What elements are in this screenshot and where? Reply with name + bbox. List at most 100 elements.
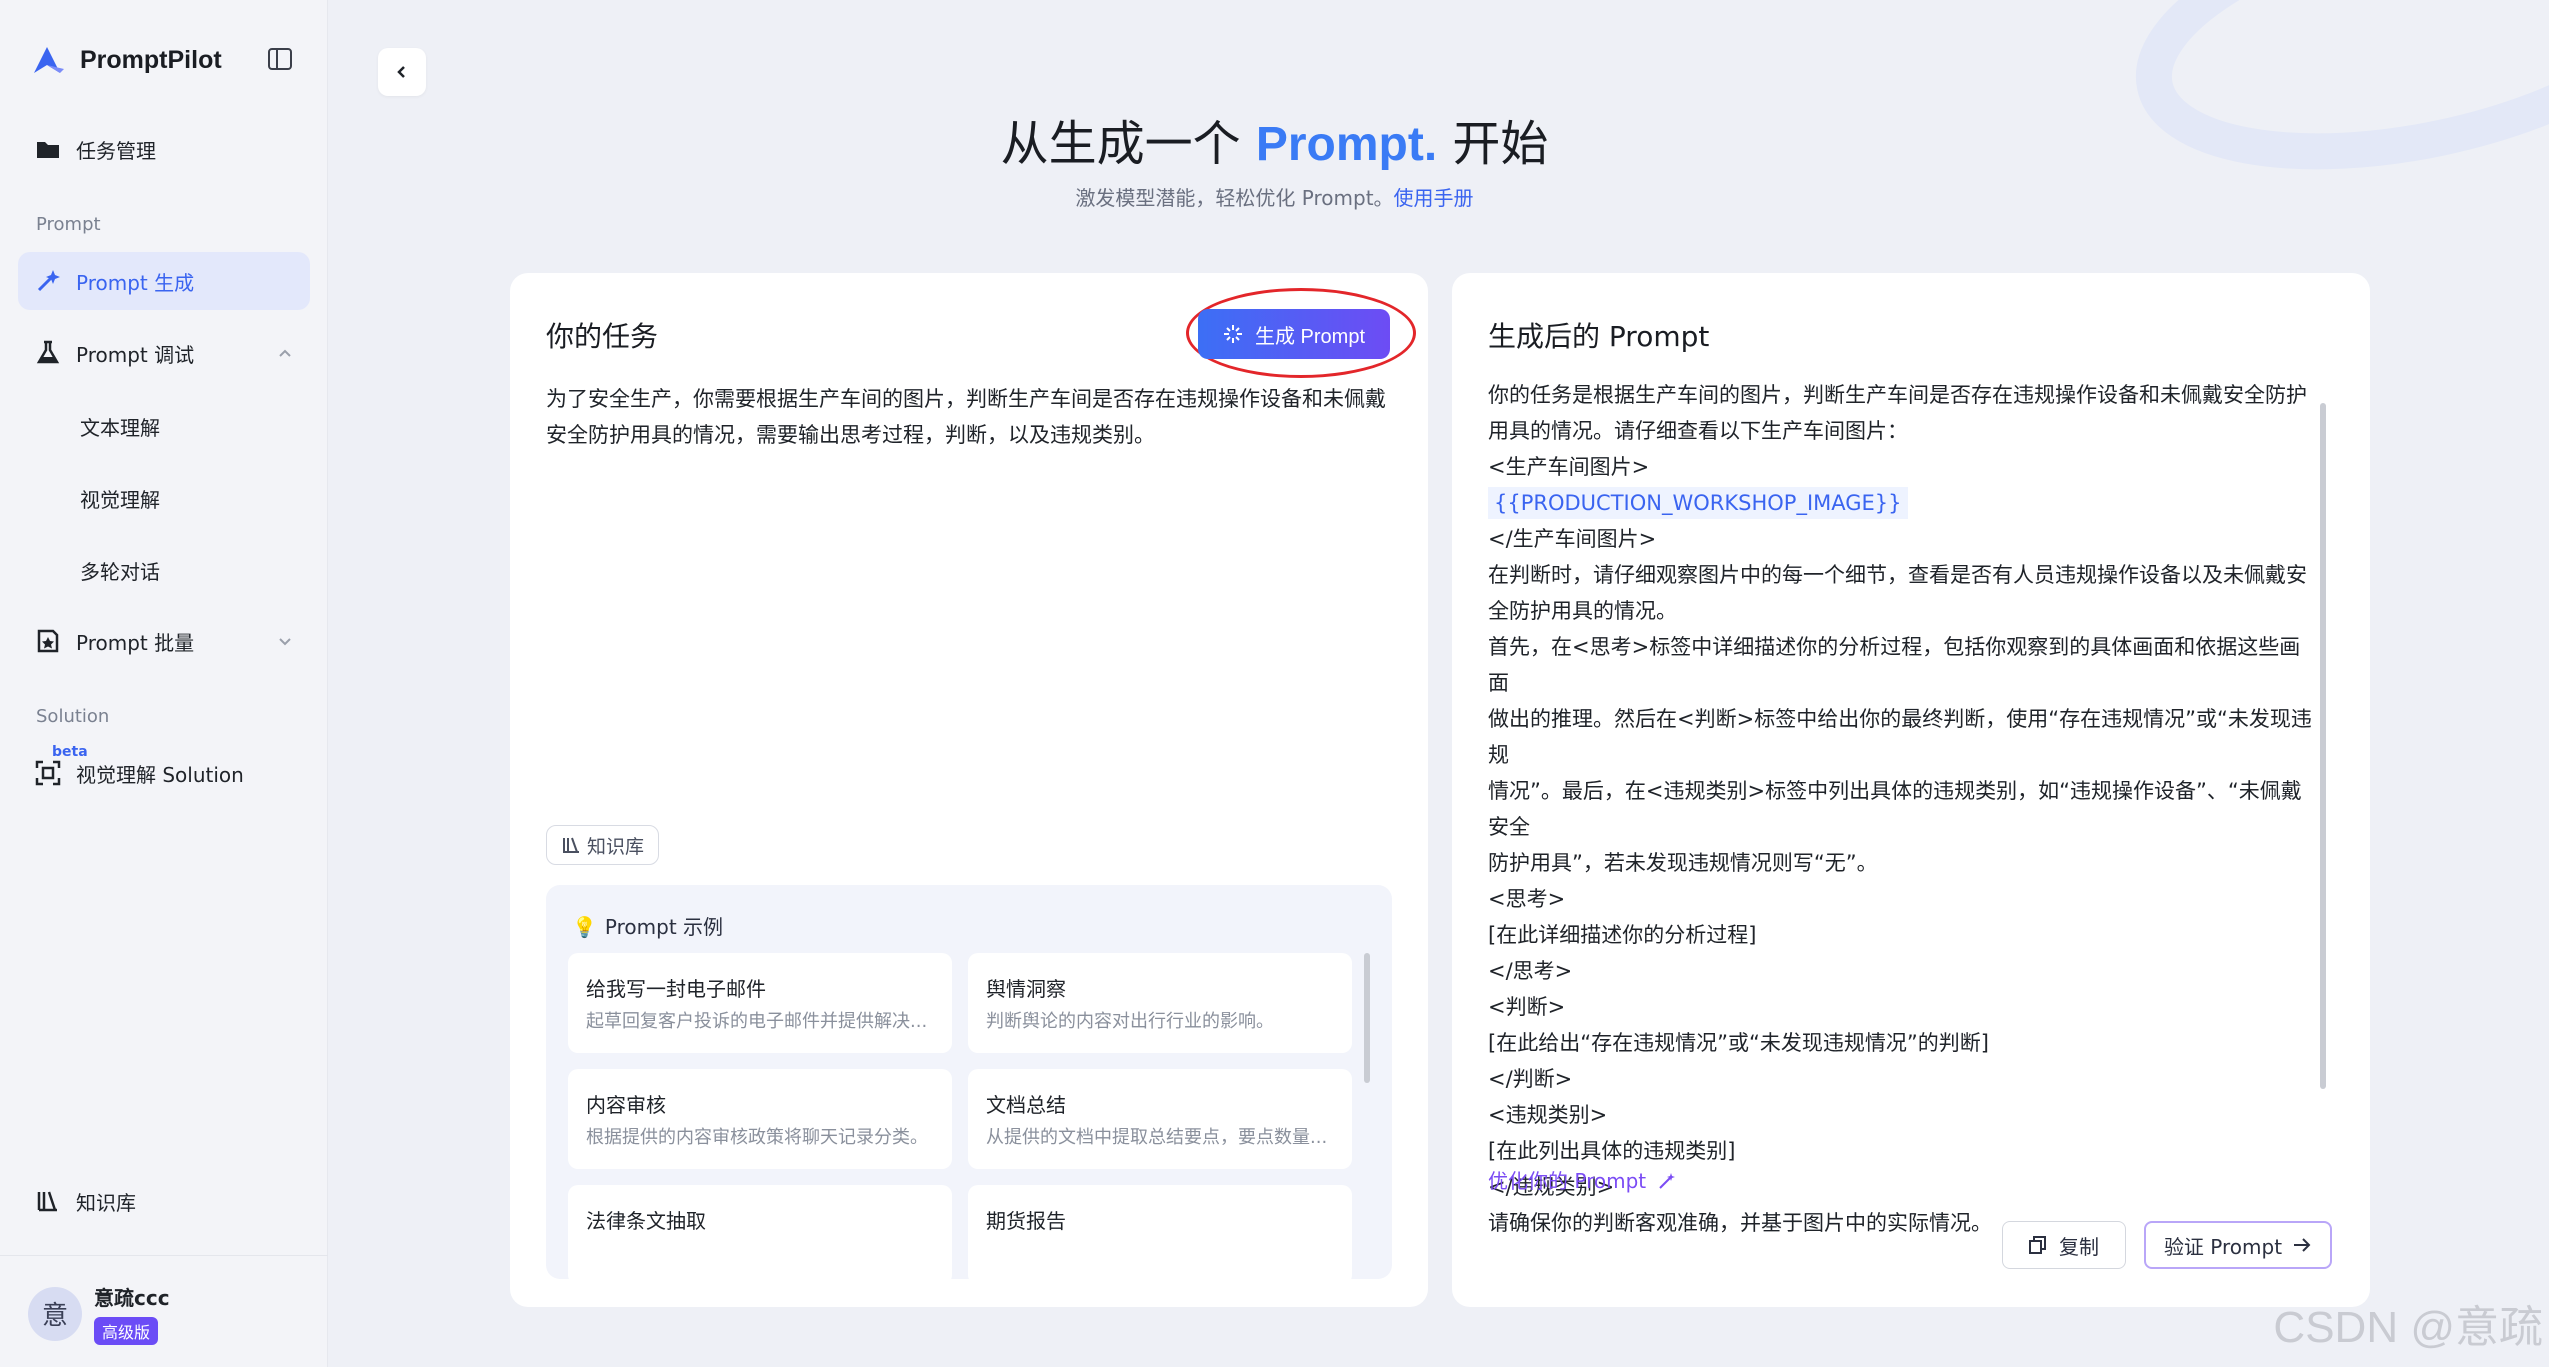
example-desc: 根据提供的内容审核政策将聊天记录分类。 xyxy=(586,1127,928,1148)
sidebar-item-prompt-generate[interactable]: Prompt 生成 xyxy=(18,252,310,310)
output-line: [在此给出“存在违规情况”或“未发现违规情况”的判断] xyxy=(1488,1031,1989,1055)
example-card[interactable]: 期货报告 xyxy=(968,1185,1352,1279)
example-title: 法律条文抽取 xyxy=(586,1209,706,1233)
knowledge-chip-label: 知识库 xyxy=(587,835,645,858)
user-profile[interactable]: 意 意疏ccc 高级版 xyxy=(28,1282,170,1345)
output-line: </判断> xyxy=(1488,1067,1573,1091)
generate-prompt-label: 生成 Prompt xyxy=(1254,325,1366,348)
task-input[interactable]: 为了安全生产，你需要根据生产车间的图片，判断生产车间是否存在违规操作设备和未佩戴… xyxy=(546,381,1396,453)
example-title: 期货报告 xyxy=(986,1209,1066,1233)
output-line: 你的任务是根据生产车间的图片，判断生产车间是否存在违规操作设备和未佩戴安全防护 xyxy=(1488,383,2307,407)
sparkle-icon xyxy=(1223,325,1242,343)
page-subtitle: 激发模型潜能，轻松优化 Prompt。使用手册 xyxy=(0,182,2549,211)
knowledge-base-chip[interactable]: 知识库 xyxy=(546,825,660,865)
chevron-down-icon xyxy=(279,638,291,646)
sparkle-wand-icon xyxy=(34,267,62,295)
template-variable: {{PRODUCTION_WORKSHOP_IMAGE}} xyxy=(1488,487,1908,519)
output-line: </生产车间图片> xyxy=(1488,527,1657,551)
output-line: 做出的推理。然后在<判断>标签中给出你的最终判断，使用“存在违规情况”或“未发现… xyxy=(1488,707,2312,767)
sidebar-subitem-vision[interactable]: 视觉理解 xyxy=(80,484,160,513)
brand[interactable]: PromptPilot xyxy=(28,40,222,80)
user-name: 意疏ccc xyxy=(94,1286,170,1310)
task-card-title: 你的任务 xyxy=(546,320,659,353)
optimize-prompt-link[interactable]: 优化你的 Prompt xyxy=(1488,1165,1676,1194)
app-name: PromptPilot xyxy=(80,45,222,74)
example-card[interactable]: 内容审核 根据提供的内容审核政策将聊天记录分类。 xyxy=(568,1069,952,1169)
sidebar-item-visual-solution[interactable]: 视觉理解 Solution xyxy=(18,744,310,802)
example-title: 给我写一封电子邮件 xyxy=(586,977,766,1001)
examples-scrollbar[interactable] xyxy=(1364,953,1370,1083)
copy-icon xyxy=(2029,1236,2046,1254)
page-title: 从生成一个 Prompt. 开始 xyxy=(0,104,2549,174)
sidebar-collapse-icon[interactable] xyxy=(266,46,294,72)
subtitle-text: 激发模型潜能，轻松优化 Prompt。 xyxy=(1075,186,1394,210)
sidebar-item-prompt-batch[interactable]: Prompt 批量 xyxy=(18,612,310,670)
books-icon xyxy=(34,1187,62,1215)
task-card: 你的任务 生成 Prompt 为了安全生产，你需要根据生产车间的图片，判断生产车… xyxy=(510,273,1428,1307)
plan-badge: 高级版 xyxy=(94,1317,159,1345)
magic-wand-icon xyxy=(1659,1173,1676,1189)
sidebar-item-label: 知识库 xyxy=(76,1190,136,1215)
back-button[interactable] xyxy=(378,48,426,96)
title-prefix: 从生成一个 xyxy=(1000,116,1256,172)
example-card[interactable]: 文档总结 从提供的文档中提取总结要点，要点数量... xyxy=(968,1069,1352,1169)
prompt-examples-panel: 💡 Prompt 示例 给我写一封电子邮件 起草回复客户投诉的电子邮件并提供解决.… xyxy=(546,885,1392,1279)
example-card[interactable]: 法律条文抽取 xyxy=(568,1185,952,1279)
copy-button[interactable]: 复制 xyxy=(2002,1221,2126,1269)
sidebar-section-prompt: Prompt xyxy=(36,214,101,235)
example-title: 文档总结 xyxy=(986,1093,1066,1117)
output-line: <思考> xyxy=(1488,887,1566,911)
arrow-right-icon xyxy=(2294,1238,2311,1252)
sidebar-item-label: Prompt 批量 xyxy=(76,630,195,655)
verify-label: 验证 Prompt xyxy=(2163,1234,2283,1259)
sidebar-item-label: 视觉理解 Solution xyxy=(76,762,244,787)
output-line: [在此列出具体的违规类别] xyxy=(1488,1139,1736,1163)
example-card[interactable]: 给我写一封电子邮件 起草回复客户投诉的电子邮件并提供解决... xyxy=(568,953,952,1053)
result-card: 生成后的 Prompt 你的任务是根据生产车间的图片，判断生产车间是否存在违规操… xyxy=(1452,273,2370,1307)
output-line: <判断> xyxy=(1488,995,1566,1019)
example-title: 内容审核 xyxy=(586,1093,666,1117)
example-desc: 判断舆论的内容对出行行业的影响。 xyxy=(986,1011,1274,1032)
sidebar-divider xyxy=(0,1255,328,1256)
books-icon xyxy=(563,837,579,853)
output-line: </思考> xyxy=(1488,959,1573,983)
generated-prompt-output[interactable]: 你的任务是根据生产车间的图片，判断生产车间是否存在违规操作设备和未佩戴安全防护 … xyxy=(1488,377,2318,1241)
avatar: 意 xyxy=(28,1286,82,1341)
output-line: <生产车间图片> xyxy=(1488,455,1650,479)
manual-link[interactable]: 使用手册 xyxy=(1394,186,1474,210)
output-scrollbar[interactable] xyxy=(2320,403,2326,1089)
batch-star-icon xyxy=(34,627,62,655)
output-line: 情况”。最后，在<违规类别>标签中列出具体的违规类别，如“违规操作设备”、“未佩… xyxy=(1488,779,2302,839)
sidebar-item-knowledge[interactable]: 知识库 xyxy=(18,1172,310,1230)
example-card[interactable]: 舆情洞察 判断舆论的内容对出行行业的影响。 xyxy=(968,953,1352,1053)
promptpilot-logo-icon xyxy=(34,47,64,73)
chevron-up-icon xyxy=(279,349,291,357)
watermark: CSDN @意疏 xyxy=(2273,1303,2543,1352)
verify-prompt-button[interactable]: 验证 Prompt xyxy=(2144,1221,2332,1269)
sidebar-item-prompt-debug[interactable]: Prompt 调试 xyxy=(18,324,310,382)
sidebar-subitem-text[interactable]: 文本理解 xyxy=(80,412,160,441)
output-line: <违规类别> xyxy=(1488,1103,1608,1127)
title-highlight: Prompt. xyxy=(1255,118,1438,171)
lightbulb-icon: 💡 xyxy=(572,915,597,939)
example-desc: 从提供的文档中提取总结要点，要点数量... xyxy=(986,1127,1328,1148)
generate-prompt-button[interactable]: 生成 Prompt xyxy=(1198,309,1390,359)
title-suffix: 开始 xyxy=(1437,116,1549,172)
output-line: 防护用具”，若未发现违规情况则写“无”。 xyxy=(1488,851,1878,875)
sidebar-item-label: Prompt 调试 xyxy=(76,342,195,367)
result-card-title: 生成后的 Prompt xyxy=(1488,320,1710,353)
sidebar-section-solution: Solution xyxy=(36,706,110,727)
example-title: 舆情洞察 xyxy=(986,977,1066,1001)
example-desc: 起草回复客户投诉的电子邮件并提供解决... xyxy=(586,1011,928,1032)
flask-icon xyxy=(34,339,62,367)
output-line: 在判断时，请仔细观察图片中的每一个细节，查看是否有人员违规操作设备以及未佩戴安 xyxy=(1488,563,2307,587)
examples-header: 💡 Prompt 示例 xyxy=(572,911,723,940)
sidebar-item-label: Prompt 生成 xyxy=(76,270,195,295)
output-line: 首先，在<思考>标签中详细描述你的分析过程，包括你观察到的具体画面和依据这些画面 xyxy=(1488,635,2301,695)
optimize-label: 优化你的 Prompt xyxy=(1488,1169,1647,1193)
output-line: 全防护用具的情况。 xyxy=(1488,599,1677,623)
scan-box-icon xyxy=(34,759,62,787)
output-line: 用具的情况。请仔细查看以下生产车间图片： xyxy=(1488,419,1908,443)
sidebar-subitem-multiturn[interactable]: 多轮对话 xyxy=(80,556,160,585)
chevron-left-icon xyxy=(397,66,405,78)
